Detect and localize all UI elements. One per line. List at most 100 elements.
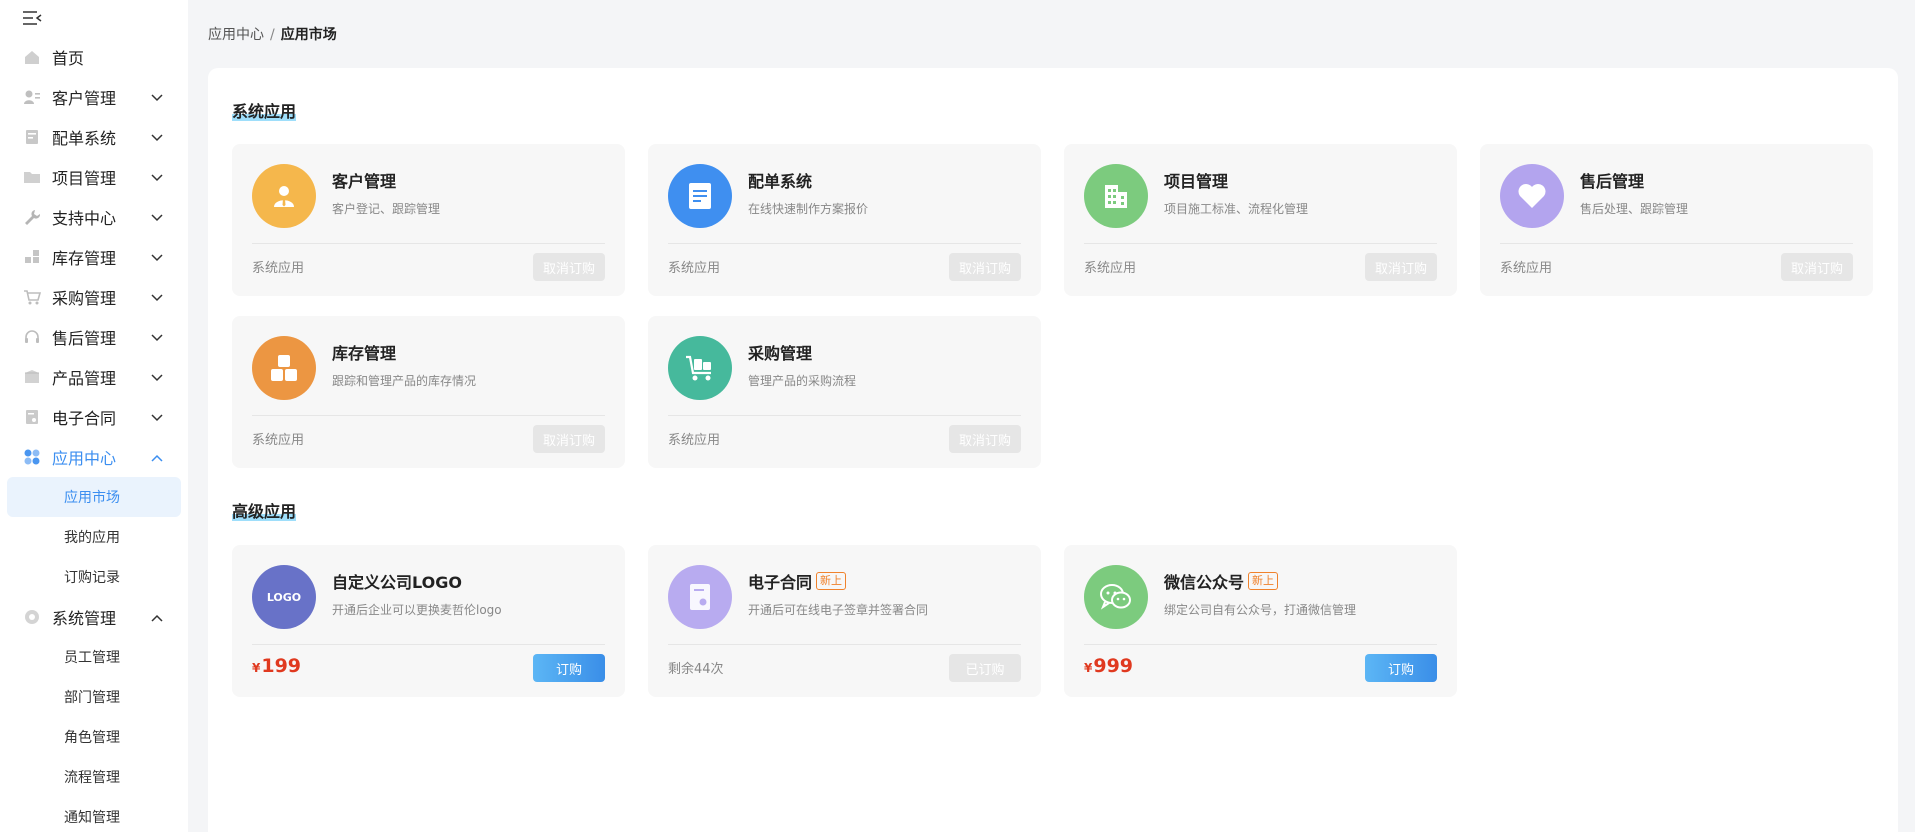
card-divider (1084, 644, 1437, 645)
inventory-icon (22, 247, 42, 267)
sidebar-item-product[interactable]: 产品管理 (0, 357, 188, 397)
sidebar-subitem-label: 部门管理 (64, 690, 120, 706)
collapse-menu-icon[interactable] (22, 10, 42, 26)
contract-icon (22, 407, 42, 427)
chevron-up-icon (150, 450, 164, 464)
sidebar-item-inventory[interactable]: 库存管理 (0, 237, 188, 277)
wrench-icon (22, 207, 42, 227)
app-description: 管理产品的采购流程 (748, 374, 857, 388)
sidebar-item-customer[interactable]: 客户管理 (0, 77, 188, 117)
logo-icon: LOGO (252, 565, 316, 629)
sidebar-item-label: 应用中心 (52, 449, 117, 468)
subscribed-button[interactable]: 已订购 (949, 654, 1021, 682)
app-card-wechat: 微信公众号 新上 绑定公司自有公众号，打通微信管理 ¥999 订购 (1064, 545, 1457, 697)
sidebar-item-label: 支持中心 (52, 209, 117, 228)
unsubscribe-button[interactable]: 取消订购 (949, 253, 1021, 281)
sidebar-item-project[interactable]: 项目管理 (0, 157, 188, 197)
sidebar-subitem-order-records[interactable]: 订购记录 (0, 557, 188, 597)
sidebar-subitem-notification[interactable]: 通知管理 (0, 797, 188, 832)
sidebar-item-app-center[interactable]: 应用中心 (0, 437, 188, 477)
app-type-label: 系统应用 (1084, 261, 1137, 276)
breadcrumb-separator: / (270, 27, 275, 43)
unsubscribe-button[interactable]: 取消订购 (949, 425, 1021, 453)
app-name: 配单系统 (748, 172, 813, 191)
sidebar-item-support[interactable]: 支持中心 (0, 197, 188, 237)
app-name: 自定义公司LOGO (332, 573, 462, 592)
app-type-label: 系统应用 (1500, 261, 1553, 276)
card-divider (252, 644, 605, 645)
sidebar-item-system[interactable]: 系统管理 (0, 597, 188, 637)
sidebar-subitem-label: 通知管理 (64, 810, 120, 826)
apps-icon (22, 447, 42, 467)
sidebar-item-aftersales[interactable]: 售后管理 (0, 317, 188, 357)
subscribe-button[interactable]: 订购 (1365, 654, 1437, 682)
chevron-down-icon (150, 130, 164, 144)
unsubscribe-button[interactable]: 取消订购 (533, 425, 605, 453)
sidebar-subitem-label: 应用市场 (64, 490, 120, 506)
sidebar-item-label: 首页 (52, 49, 85, 68)
chevron-down-icon (150, 170, 164, 184)
sidebar-subitem-label: 角色管理 (64, 730, 120, 746)
app-description: 在线快速制作方案报价 (748, 202, 869, 216)
app-card-project: 项目管理 项目施工标准、流程化管理 系统应用 取消订购 (1064, 144, 1457, 296)
wechat-icon (1084, 565, 1148, 629)
chevron-down-icon (150, 290, 164, 304)
app-name: 售后管理 (1580, 172, 1645, 191)
customer-icon (22, 87, 42, 107)
sidebar-item-order[interactable]: 配单系统 (0, 117, 188, 157)
app-description: 项目施工标准、流程化管理 (1164, 202, 1309, 216)
sidebar-subitem-my-apps[interactable]: 我的应用 (0, 517, 188, 557)
app-description: 客户登记、跟踪管理 (332, 202, 441, 216)
sidebar-subitem-department[interactable]: 部门管理 (0, 677, 188, 717)
document-icon (668, 164, 732, 228)
card-divider (1084, 243, 1437, 244)
sidebar-item-label: 配单系统 (52, 129, 117, 148)
chevron-down-icon (150, 370, 164, 384)
app-description: 跟踪和管理产品的库存情况 (332, 374, 477, 388)
section-title-advanced-apps: 高级应用 (232, 502, 297, 521)
sidebar-item-label: 电子合同 (52, 409, 117, 428)
sidebar-item-contract[interactable]: 电子合同 (0, 397, 188, 437)
sidebar-subitem-app-market[interactable]: 应用市场 (7, 477, 181, 517)
chevron-down-icon (150, 330, 164, 344)
app-type-label: 系统应用 (252, 261, 305, 276)
new-badge: 新上 (816, 572, 847, 590)
app-name: 微信公众号 新上 (1164, 569, 1279, 593)
chevron-down-icon (150, 210, 164, 224)
card-divider (668, 415, 1021, 416)
sidebar-subitem-label: 订购记录 (64, 570, 120, 586)
card-divider (668, 644, 1021, 645)
building-icon (1084, 164, 1148, 228)
app-name: 电子合同 新上 (748, 569, 847, 593)
sidebar-subitem-staff[interactable]: 员工管理 (0, 637, 188, 677)
breadcrumb: 应用中心 / 应用市场 (208, 24, 337, 44)
app-market-panel: 系统应用 客户管理 客户登记、跟踪管理 系统应用 取消订购 配单系统 在线快速制… (208, 68, 1898, 832)
sidebar-item-home[interactable]: 首页 (0, 37, 188, 77)
sidebar-subitem-label: 我的应用 (64, 530, 120, 546)
new-badge: 新上 (1248, 572, 1279, 590)
unsubscribe-button[interactable]: 取消订购 (1781, 253, 1853, 281)
unsubscribe-button[interactable]: 取消订购 (1365, 253, 1437, 281)
sidebar-item-purchase[interactable]: 采购管理 (0, 277, 188, 317)
app-card-customer: 客户管理 客户登记、跟踪管理 系统应用 取消订购 (232, 144, 625, 296)
sidebar-subitem-role[interactable]: 角色管理 (0, 717, 188, 757)
settings-icon (22, 607, 42, 627)
app-card-e-contract: 电子合同 新上 开通后可在线电子签章并签署合同 剩余44次 已订购 (648, 545, 1041, 697)
chevron-down-icon (150, 250, 164, 264)
sidebar-item-label: 售后管理 (52, 329, 117, 348)
box-icon (22, 367, 42, 387)
sidebar-subitem-workflow[interactable]: 流程管理 (0, 757, 188, 797)
order-icon (22, 127, 42, 147)
app-description: 售后处理、跟踪管理 (1580, 202, 1689, 216)
app-name: 采购管理 (748, 344, 813, 363)
sidebar-item-label: 项目管理 (52, 169, 117, 188)
breadcrumb-parent[interactable]: 应用中心 (208, 27, 264, 43)
app-name: 项目管理 (1164, 172, 1229, 191)
app-type-label: 系统应用 (668, 433, 721, 448)
app-card-aftersales: 售后管理 售后处理、跟踪管理 系统应用 取消订购 (1480, 144, 1873, 296)
subscribe-button[interactable]: 订购 (533, 654, 605, 682)
app-price: ¥999 (1084, 655, 1134, 677)
cart-icon (668, 336, 732, 400)
sidebar-item-label: 客户管理 (52, 89, 117, 108)
unsubscribe-button[interactable]: 取消订购 (533, 253, 605, 281)
